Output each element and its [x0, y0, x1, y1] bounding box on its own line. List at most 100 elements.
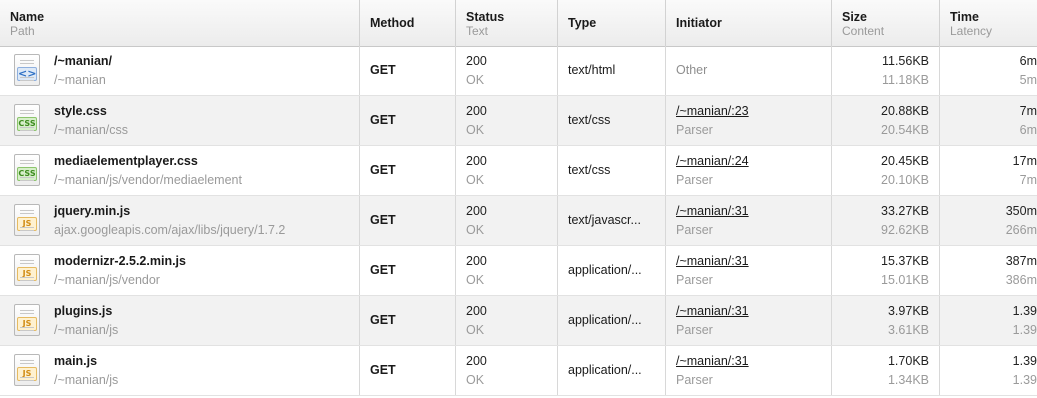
resource-name[interactable]: main.js [54, 354, 359, 369]
initiator-link[interactable]: /~manian/:23 [676, 104, 831, 119]
total-time: 1.39 [1012, 354, 1037, 368]
resource-path: /~manian/js [54, 373, 119, 387]
grid-header: Name Path Method Status Text Type Initia… [0, 0, 1037, 47]
mime-type: application/... [568, 313, 642, 327]
method-cell: GET [360, 96, 456, 145]
initiator-link[interactable]: /~manian/:31 [676, 354, 831, 369]
name-cell[interactable]: CSS mediaelementplayer.css /~manian/js/ven… [0, 146, 360, 195]
network-requests-grid: Name Path Method Status Text Type Initia… [0, 0, 1037, 398]
table-row[interactable]: JS plugins.js /~manian/js GET 200 OK applicati… [0, 296, 1037, 346]
header-type[interactable]: Type [558, 0, 666, 46]
mime-type: text/css [568, 113, 611, 127]
latency: 1.39 [1012, 373, 1037, 387]
status-cell: 200 OK [456, 196, 558, 245]
header-initiator-title: Initiator [676, 16, 722, 30]
header-size[interactable]: Size Content [832, 0, 940, 46]
resource-name[interactable]: jquery.min.js [54, 204, 359, 219]
status-text: OK [466, 173, 485, 187]
initiator-link[interactable]: /~manian/:24 [676, 154, 831, 169]
type-cell: application/... [558, 296, 666, 345]
header-name[interactable]: Name Path [0, 0, 360, 46]
header-status-title: Status [466, 10, 505, 24]
latency: 6m [1019, 123, 1037, 137]
initiator-link[interactable]: /~manian/:31 [676, 254, 831, 269]
content-size: 20.54KB [881, 123, 929, 137]
status-code: 200 [466, 304, 487, 318]
transfer-size: 1.70KB [887, 354, 929, 368]
js-file-icon: JS [14, 304, 40, 336]
header-initiator[interactable]: Initiator [666, 0, 832, 46]
initiator-link[interactable]: /~manian/:31 [676, 204, 831, 219]
header-method[interactable]: Method [360, 0, 456, 46]
type-cell: application/... [558, 346, 666, 395]
initiator-link[interactable]: /~manian/:31 [676, 304, 831, 319]
total-time: 1.39 [1012, 304, 1037, 318]
table-row[interactable]: JS modernizr-2.5.2.min.js /~manian/js/vend… [0, 246, 1037, 296]
time-cell: 17m 7m [940, 146, 1037, 195]
status-text: OK [466, 323, 485, 337]
type-cell: text/html [558, 46, 666, 95]
size-cell: 20.88KB 20.54KB [832, 96, 940, 145]
method-cell: GET [360, 346, 456, 395]
mime-type: application/... [568, 363, 642, 377]
status-code: 200 [466, 154, 487, 168]
header-size-subtitle: Content [842, 24, 885, 38]
content-size: 92.62KB [881, 223, 929, 237]
transfer-size: 15.37KB [881, 254, 929, 268]
header-time[interactable]: Time Latency [940, 0, 1037, 46]
initiator-kind: Parser [676, 323, 713, 337]
resource-name[interactable]: style.css [54, 104, 359, 119]
latency: 7m [1019, 173, 1037, 187]
header-status[interactable]: Status Text [456, 0, 558, 46]
mime-type: text/javascr... [568, 213, 641, 227]
resource-name[interactable]: /~manian/ [54, 54, 359, 69]
table-row[interactable]: CSS style.css /~manian/css GET 200 OK text/css… [0, 96, 1037, 146]
size-cell: 33.27KB 92.62KB [832, 196, 940, 245]
initiator-kind: Parser [676, 273, 713, 287]
resource-name[interactable]: plugins.js [54, 304, 359, 319]
content-size: 1.34KB [887, 373, 929, 387]
table-row[interactable]: CSS mediaelementplayer.css /~manian/js/ven… [0, 146, 1037, 196]
content-size: 15.01KB [881, 273, 929, 287]
name-cell[interactable]: JS main.js /~manian/js [0, 346, 360, 395]
table-row[interactable]: <> /~manian/ /~manian GET 200 OK text/html Othe… [0, 46, 1037, 96]
initiator-cell: /~manian/:31 Parser [666, 296, 832, 345]
status-text: OK [466, 73, 485, 87]
transfer-size: 20.88KB [881, 104, 929, 118]
size-cell: 11.56KB 11.18KB [832, 46, 940, 95]
status-cell: 200 OK [456, 46, 558, 95]
name-cell[interactable]: JS plugins.js /~manian/js [0, 296, 360, 345]
status-cell: 200 OK [456, 246, 558, 295]
initiator-kind: Parser [676, 373, 713, 387]
table-row[interactable]: JS jquery.min.js ajax.googleapis.com/ajax/… [0, 196, 1037, 246]
table-row[interactable]: JS main.js /~manian/js GET 200 OK application/… [0, 346, 1037, 396]
initiator-kind: Parser [676, 223, 713, 237]
js-file-icon: JS [14, 204, 40, 236]
latency: 1.39 [1012, 323, 1037, 337]
resource-name[interactable]: mediaelementplayer.css [54, 154, 359, 169]
name-cell[interactable]: CSS style.css /~manian/css [0, 96, 360, 145]
header-time-subtitle: Latency [950, 24, 993, 38]
time-cell: 1.39 1.39 [940, 296, 1037, 345]
time-cell: 350m 266m [940, 196, 1037, 245]
type-cell: text/css [558, 146, 666, 195]
resource-name[interactable]: modernizr-2.5.2.min.js [54, 254, 359, 269]
html-file-icon: <> [14, 54, 40, 86]
status-code: 200 [466, 204, 487, 218]
header-name-subtitle: Path [10, 24, 35, 38]
css-file-icon: CSS [14, 154, 40, 186]
name-cell[interactable]: JS modernizr-2.5.2.min.js /~manian/js/vend… [0, 246, 360, 295]
mime-type: text/html [568, 63, 616, 77]
method-value: GET [370, 363, 396, 377]
header-method-title: Method [370, 16, 415, 30]
size-cell: 15.37KB 15.01KB [832, 246, 940, 295]
resource-path: ajax.googleapis.com/ajax/libs/jquery/1.7… [54, 223, 286, 237]
initiator-cell: /~manian/:31 Parser [666, 196, 832, 245]
name-cell[interactable]: <> /~manian/ /~manian [0, 46, 360, 95]
transfer-size: 11.56KB [881, 54, 929, 68]
name-cell[interactable]: JS jquery.min.js ajax.googleapis.com/ajax/… [0, 196, 360, 245]
method-value: GET [370, 113, 396, 127]
method-value: GET [370, 263, 396, 277]
js-file-icon: JS [14, 254, 40, 286]
status-text: OK [466, 273, 485, 287]
